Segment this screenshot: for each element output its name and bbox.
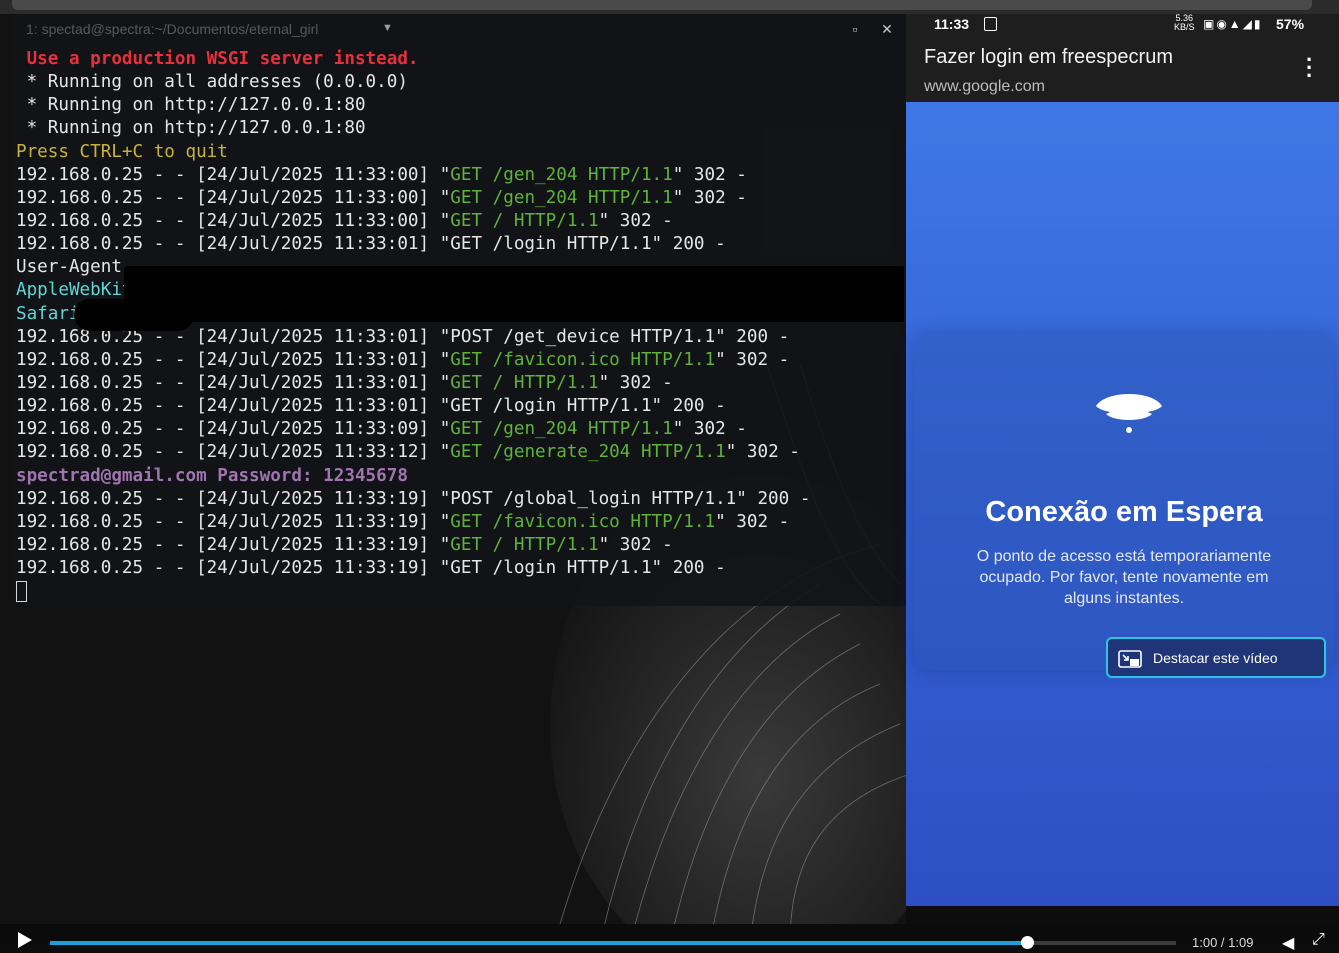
terminal-text: GET /gen_204 HTTP/1.1 (450, 187, 673, 208)
terminal-line: * Running on http://127.0.0.1:80 (16, 94, 810, 117)
maximize-icon[interactable]: ▫ (846, 20, 864, 38)
phone-status-bar: 11:33 5.36 KB/S ▣◉▲◢▮ 57% (906, 14, 1339, 38)
terminal-text: 192.168.0.25 - - [24/Jul/2025 11:33:01] … (16, 349, 451, 370)
terminal-titlebar: 1: spectad@spectra:~/Documentos/eternal_… (14, 14, 906, 44)
terminal-text: 192.168.0.25 - - [24/Jul/2025 11:33:00] … (16, 210, 451, 231)
terminal-text: " 302 - (672, 419, 747, 440)
waiting-card: Conexão em Espera O ponto de acesso está… (914, 334, 1334, 670)
more-vert-icon[interactable]: · · · (1306, 49, 1313, 87)
page-host: www.google.com (924, 78, 1045, 95)
seek-bar[interactable] (50, 936, 1176, 949)
terminal-text: GET / HTTP/1.1 (450, 372, 599, 393)
wifi-icon (1096, 394, 1162, 433)
redaction-mark (124, 266, 904, 322)
terminal-text: GET /gen_204 HTTP/1.1 (450, 164, 673, 185)
terminal-text: " 302 - (672, 187, 747, 208)
fullscreen-icon[interactable]: ⤢ (1312, 931, 1325, 949)
terminal-line: Use a production WSGI server instead. (16, 48, 810, 71)
terminal-line: 192.168.0.25 - - [24/Jul/2025 11:33:19] … (16, 557, 810, 580)
terminal-text: AppleWebKit (16, 280, 133, 301)
terminal-text: GET / HTTP/1.1 (450, 534, 599, 555)
terminal-text: GET /generate_204 HTTP/1.1 (450, 442, 726, 463)
terminal-prompt[interactable] (16, 580, 810, 603)
terminal-window[interactable]: 1: spectad@spectra:~/Documentos/eternal_… (14, 14, 917, 614)
terminal-line: 192.168.0.25 - - [24/Jul/2025 11:33:00] … (16, 164, 810, 187)
terminal-line: 192.168.0.25 - - [24/Jul/2025 11:33:00] … (16, 187, 810, 210)
terminal-text: * Running on all addresses (0.0.0.0) (16, 72, 408, 93)
picture-in-picture-icon (1118, 650, 1142, 668)
card-message: O ponto de acesso está temporariamente o… (976, 548, 1272, 607)
terminal-text: 192.168.0.25 - - [24/Jul/2025 11:33:01] … (16, 234, 726, 255)
terminal-text: 192.168.0.25 - - [24/Jul/2025 11:33:12] … (16, 442, 451, 463)
terminal-title: 1: spectad@spectra:~/Documentos/eternal_… (26, 21, 319, 37)
close-icon[interactable]: ✕ (878, 20, 896, 38)
browser-tab-bar (12, 0, 1312, 10)
terminal-text: 192.168.0.25 - - [24/Jul/2025 11:33:01] … (16, 396, 726, 417)
terminal-line: 192.168.0.25 - - [24/Jul/2025 11:33:19] … (16, 511, 810, 534)
terminal-line: 192.168.0.25 - - [24/Jul/2025 11:33:01] … (16, 372, 810, 395)
terminal-line: 192.168.0.25 - - [24/Jul/2025 11:33:00] … (16, 210, 810, 233)
terminal-text: spectrad@gmail.com Password: 12345678 (16, 465, 408, 486)
terminal-text: Use a production WSGI server instead. (16, 49, 419, 69)
terminal-line: 192.168.0.25 - - [24/Jul/2025 11:33:19] … (16, 534, 810, 557)
terminal-text: User-Agent (16, 257, 122, 278)
terminal-line: * Running on http://127.0.0.1:80 (16, 117, 810, 140)
terminal-text: Press CTRL+C to quit (16, 141, 228, 162)
picture-in-picture-button[interactable]: Destacar este vídeo (1106, 637, 1326, 678)
video-time: 1:00 / 1:09 (1192, 935, 1254, 950)
terminal-text: GET /favicon.ico HTTP/1.1 (450, 349, 716, 370)
card-heading: Conexão em Espera (985, 496, 1263, 528)
terminal-line: 192.168.0.25 - - [24/Jul/2025 11:33:01] … (16, 395, 810, 418)
status-time: 11:33 (934, 16, 970, 32)
terminal-text: GET / HTTP/1.1 (450, 210, 599, 231)
custom-tab-bar: Fazer login em freespecrum www.google.co… (906, 38, 1339, 102)
terminal-text: " 302 - (598, 210, 673, 231)
terminal-text: GET /gen_204 HTTP/1.1 (450, 419, 673, 440)
terminal-text: 192.168.0.25 - - [24/Jul/2025 11:33:19] … (16, 511, 451, 532)
terminal-line: spectrad@gmail.com Password: 12345678 (16, 465, 810, 488)
terminal-line: Press CTRL+C to quit (16, 141, 810, 164)
seek-progress (50, 941, 1028, 945)
terminal-line: 192.168.0.25 - - [24/Jul/2025 11:33:19] … (16, 488, 810, 511)
terminal-text: 192.168.0.25 - - [24/Jul/2025 11:33:19] … (16, 534, 451, 555)
terminal-text: 192.168.0.25 - - [24/Jul/2025 11:33:19] … (16, 488, 811, 509)
terminal-line: 192.168.0.25 - - [24/Jul/2025 11:33:12] … (16, 441, 810, 464)
terminal-text: 192.168.0.25 - - [24/Jul/2025 11:33:01] … (16, 372, 451, 393)
terminal-text: 192.168.0.25 - - [24/Jul/2025 11:33:19] … (16, 558, 726, 579)
captive-portal-page: Conexão em Espera O ponto de acesso está… (906, 102, 1339, 906)
battery-level: 57% (1276, 16, 1305, 32)
terminal-text: GET /favicon.ico HTTP/1.1 (450, 511, 716, 532)
terminal-text: 192.168.0.25 - - [24/Jul/2025 11:33:09] … (16, 419, 451, 440)
terminal-line: 192.168.0.25 - - [24/Jul/2025 11:33:09] … (16, 418, 810, 441)
terminal-text: " 302 - (598, 534, 673, 555)
terminal-text: " 302 - (598, 372, 673, 393)
signal-icons: ▣◉▲◢▮ (1203, 17, 1263, 31)
cursor-icon (16, 580, 27, 602)
phone-mirror: 11:33 5.36 KB/S ▣◉▲◢▮ 57% Fazer login em … (906, 14, 1339, 906)
seek-handle[interactable] (1021, 936, 1035, 949)
terminal-text: * Running on http://127.0.0.1:80 (16, 118, 366, 139)
terminal-line: 192.168.0.25 - - [24/Jul/2025 11:33:01] … (16, 349, 810, 372)
terminal-line: * Running on all addresses (0.0.0.0) (16, 71, 810, 94)
network-rate: 5.36 KB/S (1174, 13, 1195, 32)
terminal-text: " 302 - (715, 511, 790, 532)
terminal-line: 192.168.0.25 - - [24/Jul/2025 11:33:01] … (16, 233, 810, 256)
volume-icon[interactable]: ◀ (1282, 933, 1294, 953)
terminal-text: 192.168.0.25 - - [24/Jul/2025 11:33:00] … (16, 187, 451, 208)
terminal-text: 192.168.0.25 - - [24/Jul/2025 11:33:00] … (16, 164, 451, 185)
browser-top-strip (0, 0, 1339, 14)
video-controls: 1:00 / 1:09 ◀ ⤢ (0, 924, 1339, 952)
chevron-down-icon[interactable]: ▼ (382, 22, 393, 34)
terminal-text: * Running on http://127.0.0.1:80 (16, 95, 366, 116)
terminal-text: " 302 - (672, 164, 747, 185)
terminal-text: " 302 - (715, 349, 790, 370)
terminal-text: " 302 - (725, 442, 800, 463)
page-title: Fazer login em freespecrum (924, 46, 1173, 68)
screenshot-icon (984, 17, 997, 31)
play-icon[interactable] (18, 932, 32, 948)
pip-label: Destacar este vídeo (1153, 650, 1278, 666)
